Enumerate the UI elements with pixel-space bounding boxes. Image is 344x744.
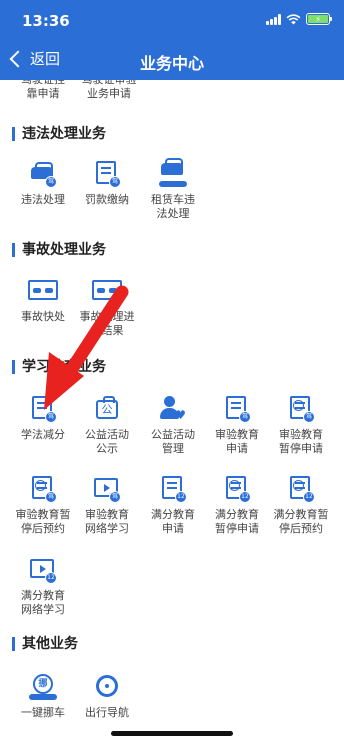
- rental-car-violation-item[interactable]: 租赁车违 法处理: [140, 158, 206, 221]
- item-label: 审验教育 暂停申请: [279, 428, 323, 455]
- pause-document-icon: 驾: [285, 395, 317, 423]
- full-score-education-pause-item[interactable]: 12 满分教育 暂停申请: [204, 475, 270, 536]
- pause-document-icon: 12: [221, 475, 253, 503]
- home-indicator: [111, 731, 233, 736]
- item-label: 租赁车违 法处理: [151, 193, 195, 220]
- section-title-accident: 事故处理业务: [12, 243, 106, 257]
- accident-progress-item[interactable]: 事故处理进 度结果: [74, 277, 140, 338]
- item-label: 满分教育 暂停申请: [215, 508, 259, 535]
- review-education-online-item[interactable]: 驾 审验教育 网络学习: [74, 475, 140, 536]
- accident-quick-handling-item[interactable]: 事故快处: [10, 277, 76, 324]
- page-title: 业务中心: [139, 54, 204, 73]
- document-icon: 驾: [27, 395, 59, 423]
- service-list[interactable]: 驾驶证挂 靠申请 驾驶证审验 业务申请 违法处理业务 驾 违法处理 驾 罚款缴纳…: [0, 80, 344, 744]
- item-label: 满分教育 网络学习: [21, 589, 65, 616]
- wifi-icon: [286, 13, 301, 24]
- driving-license-affiliation-item[interactable]: 驾驶证挂 靠申请: [10, 80, 76, 101]
- car-hand-icon: [157, 158, 189, 188]
- document-icon: 12: [157, 475, 189, 503]
- charity-icon: 公: [91, 395, 123, 423]
- violation-handling-item[interactable]: 驾 违法处理: [10, 160, 76, 207]
- item-label: 公益活动 公示: [85, 428, 129, 455]
- charity-management-item[interactable]: ♥ 公益活动 管理: [140, 395, 206, 456]
- section-title-violation: 违法处理业务: [12, 127, 106, 141]
- item-label: 事故处理进 度结果: [79, 310, 135, 337]
- full-score-education-apply-item[interactable]: 12 满分教育 申请: [140, 475, 206, 536]
- item-label: 事故快处: [21, 310, 65, 323]
- move-car-icon: 挪: [27, 673, 59, 701]
- item-label: 公益活动 管理: [151, 428, 195, 455]
- charity-announcement-item[interactable]: 公 公益活动 公示: [74, 395, 140, 456]
- item-label: 审验教育 网络学习: [85, 508, 129, 535]
- navigation-bar: 返回 业务中心: [0, 40, 344, 80]
- video-icon: 驾: [91, 475, 123, 503]
- item-label: 审验教育暂 停后预约: [15, 508, 71, 535]
- cellular-signal-icon: [266, 13, 281, 25]
- accident-search-icon: [91, 277, 123, 305]
- item-label: 审验教育 申请: [215, 428, 259, 455]
- item-label: 一键挪车: [21, 706, 65, 719]
- document-icon: 驾: [91, 160, 123, 188]
- steering-wheel-icon: [91, 673, 123, 701]
- review-education-reservation-item[interactable]: 驾 审验教育暂 停后预约: [10, 475, 76, 536]
- full-score-education-reservation-item[interactable]: 12 满分教育暂 停后预约: [268, 475, 334, 536]
- person-heart-icon: ♥: [157, 395, 189, 423]
- document-icon: 驾: [221, 395, 253, 423]
- item-label: 出行导航: [85, 706, 129, 719]
- study-law-reduce-points-item[interactable]: 驾 学法减分: [10, 395, 76, 442]
- item-label: 驾驶证挂 靠申请: [21, 80, 65, 100]
- car-icon: 驾: [27, 160, 59, 188]
- clock-document-icon: 12: [285, 475, 317, 503]
- clock-document-icon: 驾: [27, 475, 59, 503]
- item-label: 违法处理: [21, 193, 65, 206]
- fine-payment-item[interactable]: 驾 罚款缴纳: [74, 160, 140, 207]
- review-education-apply-item[interactable]: 驾 审验教育 申请: [204, 395, 270, 456]
- status-bar: 13:36 ⚡: [0, 0, 344, 40]
- video-icon: 12: [27, 556, 59, 584]
- driving-license-review-item[interactable]: 驾驶证审验 业务申请: [76, 80, 142, 101]
- battery-icon: ⚡: [306, 13, 332, 25]
- full-score-education-online-item[interactable]: 12 满分教育 网络学习: [10, 556, 76, 617]
- one-click-move-car-item[interactable]: 挪 一键挪车: [10, 673, 76, 720]
- accident-icon: [27, 277, 59, 305]
- item-label: 学法减分: [21, 428, 65, 441]
- item-label: 驾驶证审验 业务申请: [82, 80, 137, 100]
- item-label: 罚款缴纳: [85, 193, 129, 206]
- travel-navigation-item[interactable]: 出行导航: [74, 673, 140, 720]
- status-icons: ⚡: [266, 13, 332, 25]
- section-title-other: 其他业务: [12, 637, 78, 651]
- review-education-pause-item[interactable]: 驾 审验教育 暂停申请: [268, 395, 334, 456]
- status-time: 13:36: [22, 12, 70, 30]
- item-label: 满分教育暂 停后预约: [273, 508, 329, 535]
- item-label: 满分教育 申请: [151, 508, 195, 535]
- section-title-education: 学习教育业务: [12, 360, 106, 374]
